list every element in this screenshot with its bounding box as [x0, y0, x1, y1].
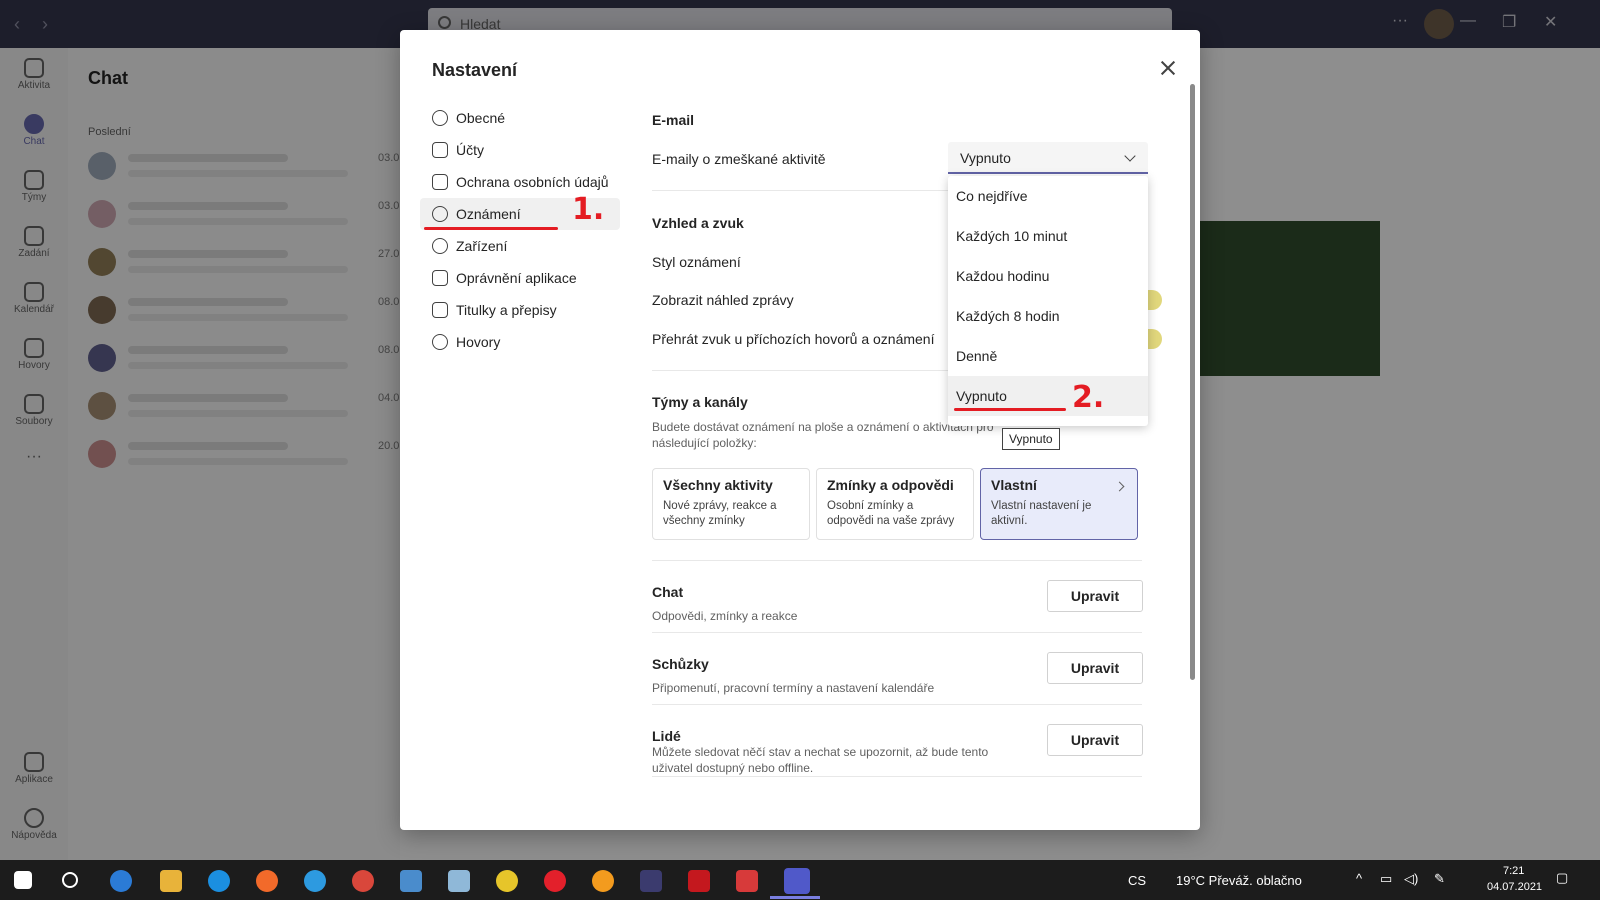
annotation-underline [954, 408, 1066, 411]
chrome-icon[interactable] [352, 870, 374, 892]
app-icon[interactable] [496, 870, 518, 892]
annotation-step-1: 1. [572, 192, 605, 227]
chevron-up-icon[interactable]: ^ [1356, 871, 1362, 886]
clock-time[interactable]: 7:21 [1503, 865, 1524, 877]
file-explorer-icon[interactable] [160, 870, 182, 892]
headset-icon [432, 238, 448, 254]
firefox-icon[interactable] [256, 870, 278, 892]
app-icon[interactable] [640, 870, 662, 892]
active-indicator [770, 896, 820, 899]
apps-icon [432, 270, 448, 286]
edit-chat-button[interactable]: Upravit [1047, 580, 1143, 612]
option-daily[interactable]: Denně [948, 336, 1148, 376]
pen-icon[interactable]: ✎ [1434, 871, 1445, 887]
pdf-icon[interactable] [736, 870, 758, 892]
search-icon[interactable] [62, 872, 78, 888]
clock-date[interactable]: 04.07.2021 [1487, 881, 1542, 893]
language-indicator[interactable]: CS [1128, 873, 1146, 888]
calculator-icon[interactable] [400, 870, 422, 892]
card-all-activity[interactable]: Všechny aktivity Nové zprávy, reakce a v… [652, 468, 810, 540]
missed-activity-select[interactable]: Vypnuto [948, 142, 1148, 174]
internet-explorer-icon[interactable] [208, 870, 230, 892]
nav-item-calls[interactable]: Hovory [420, 326, 620, 358]
bell-icon [432, 206, 448, 222]
windows-start-icon[interactable] [14, 871, 32, 889]
nav-item-accounts[interactable]: Účty [420, 134, 620, 166]
tooltip: Vypnuto [1002, 428, 1060, 450]
captions-icon [432, 302, 448, 318]
option-hourly[interactable]: Každou hodinu [948, 256, 1148, 296]
appearance-section-title: Vzhled a zvuk [652, 215, 744, 231]
scrollbar[interactable] [1190, 84, 1195, 680]
message-preview-label: Zobrazit náhled zprávy [652, 292, 794, 308]
edit-people-button[interactable]: Upravit [1047, 724, 1143, 756]
people-section-desc: Můžete sledovat něčí stav a nechat se up… [652, 745, 989, 775]
phone-icon [432, 334, 448, 350]
opera-icon[interactable] [544, 870, 566, 892]
option-8-hours[interactable]: Každých 8 hodin [948, 296, 1148, 336]
card-custom[interactable]: Vlastní Vlastní nastavení je aktivní. [980, 468, 1138, 540]
people-section-title: Lidé [652, 728, 681, 744]
nav-item-app-permissions[interactable]: Oprávnění aplikace [420, 262, 620, 294]
meetings-section-title: Schůzky [652, 656, 709, 672]
weather-widget[interactable]: 19°C Převáž. oblačno [1176, 873, 1302, 888]
missed-activity-label: E-maily o zmeškané aktivitě [652, 151, 826, 167]
teams-section-title: Týmy a kanály [652, 394, 748, 410]
annotation-step-2: 2. [1072, 380, 1105, 415]
close-icon[interactable] [1158, 58, 1178, 78]
app-icon[interactable] [110, 870, 132, 892]
option-off[interactable]: Vypnuto [948, 376, 1148, 416]
chat-section-title: Chat [652, 584, 684, 600]
acrobat-icon[interactable] [688, 870, 710, 892]
nav-item-general[interactable]: Obecné [420, 102, 620, 134]
meetings-section-desc: Připomenutí, pracovní termíny a nastaven… [652, 681, 935, 695]
lock-icon [432, 174, 448, 190]
play-sound-label: Přehrát zvuk u příchozích hovorů a oznám… [652, 331, 935, 347]
missed-activity-dropdown: Co nejdříve Každých 10 minut Každou hodi… [948, 176, 1148, 426]
dialog-title: Nastavení [432, 60, 518, 80]
notification-style-label: Styl oznámení [652, 254, 741, 270]
edit-meetings-button[interactable]: Upravit [1047, 652, 1143, 684]
id-card-icon [432, 142, 448, 158]
email-section-title: E-mail [652, 112, 695, 128]
chat-section-desc: Odpovědi, zmínky a reakce [652, 609, 798, 623]
edge-icon[interactable] [304, 870, 326, 892]
nav-item-devices[interactable]: Zařízení [420, 230, 620, 262]
app-icon[interactable] [592, 870, 614, 892]
volume-icon[interactable]: ◁) [1404, 871, 1418, 887]
select-value: Vypnuto [960, 150, 1011, 166]
network-icon[interactable]: ▭ [1380, 871, 1392, 887]
card-mentions-replies[interactable]: Zmínky a odpovědi Osobní zmínky a odpově… [816, 468, 974, 540]
chevron-down-icon [1124, 150, 1136, 162]
settings-nav: Obecné Účty Ochrana osobních údajů Oznám… [420, 102, 620, 358]
app-icon[interactable] [448, 870, 470, 892]
option-asap[interactable]: Co nejdříve [948, 176, 1148, 216]
settings-dialog: Nastavení Obecné Účty Ochrana osobních ú… [400, 30, 1200, 830]
settings-content: E-mail E-maily o zmeškané aktivitě Vzhle… [652, 30, 1162, 830]
notifications-icon[interactable]: ▢ [1556, 870, 1568, 886]
nav-item-captions[interactable]: Titulky a přepisy [420, 294, 620, 326]
gear-icon [432, 110, 448, 126]
teams-icon[interactable] [784, 868, 810, 894]
option-10-minutes[interactable]: Každých 10 minut [948, 216, 1148, 256]
windows-taskbar: CS 19°C Převáž. oblačno ^ ▭ ◁) ✎ 7:21 04… [0, 860, 1600, 900]
